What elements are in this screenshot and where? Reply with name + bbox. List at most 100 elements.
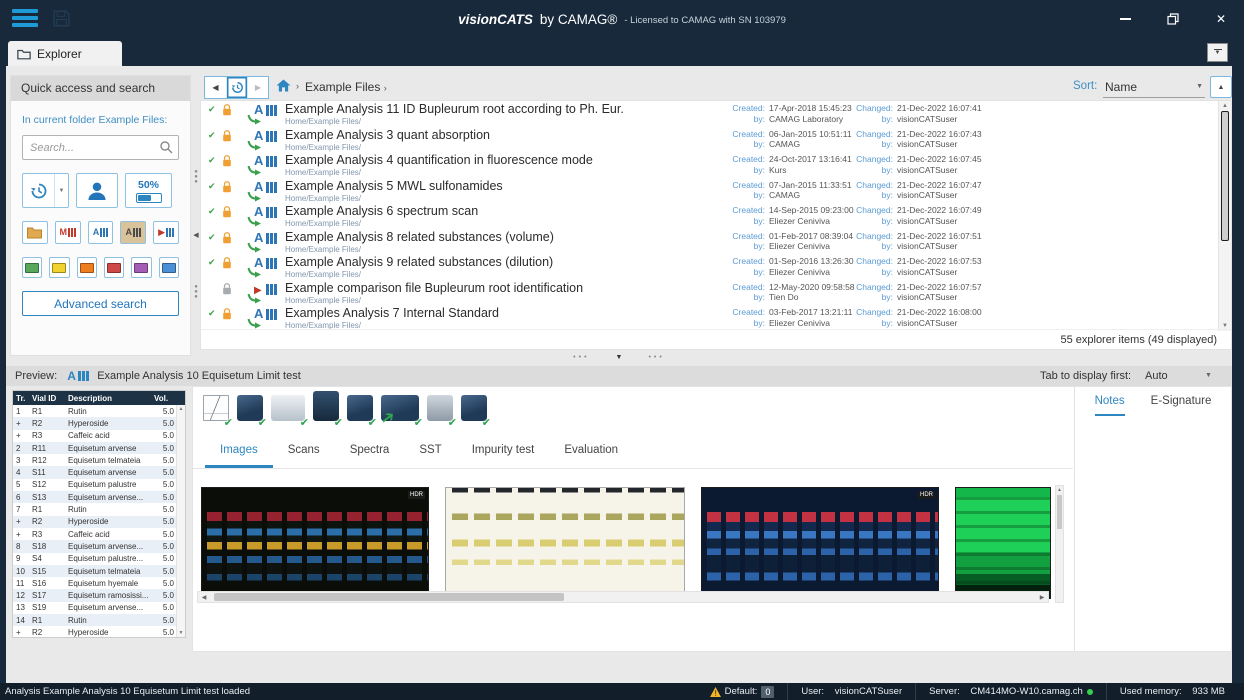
minimize-button[interactable] [1118, 12, 1132, 26]
sort-dropdown[interactable]: Name ▼ [1103, 76, 1205, 98]
step-check-icon: ✔ [299, 417, 309, 429]
navigation-history-button[interactable] [226, 77, 247, 98]
color-filter-2-button[interactable] [76, 257, 97, 278]
vial-table-row[interactable]: 12 S17 Equisetum ramosissi... 5.0 [13, 589, 185, 602]
vial-table-row[interactable]: 2 R11 Equisetum arvense 5.0 [13, 441, 185, 455]
forward-button[interactable]: ▶ [247, 77, 268, 98]
collapse-panel-arrow[interactable]: ◀ [193, 231, 198, 239]
explorer-row[interactable]: ✔ ▶ Example comparison file Bupleurum ro… [201, 280, 1218, 306]
instrument-step-7-icon[interactable]: ✔ [425, 389, 457, 429]
advanced-search-button[interactable]: Advanced search [22, 291, 179, 316]
explorer-row[interactable]: ✔ A Example Analysis 8 related substance… [201, 229, 1218, 255]
tab-evaluation[interactable]: Evaluation [549, 444, 633, 468]
vial-table-row[interactable]: 10 S15 Equisetum telmateia 5.0 [13, 564, 185, 578]
tab-list-dropdown-button[interactable]: ▼ [1207, 43, 1228, 62]
tab-first-dropdown[interactable]: Auto [1145, 370, 1168, 382]
breadcrumb-home[interactable]: › [276, 79, 299, 92]
color-filter-5-button[interactable] [158, 257, 179, 278]
back-button[interactable]: ◀ [205, 77, 226, 98]
vial-table-row[interactable]: + R3 Caffeic acid 5.0 [13, 528, 185, 540]
restore-button[interactable] [1166, 12, 1180, 26]
vial-table-row[interactable]: 4 S11 Equisetum arvense 5.0 [13, 466, 185, 479]
instrument-step-5-icon[interactable]: ✔ [345, 389, 377, 429]
explorer-row[interactable]: ✔ A Example Analysis 4 quantification in… [201, 152, 1218, 178]
scroll-right-arrow[interactable]: ▶ [1036, 594, 1048, 601]
explorer-row[interactable]: ✔ A Example Analysis 9 related substance… [201, 254, 1218, 280]
explorer-row[interactable]: ✔ A Example Analysis 6 spectrum scan Hom… [201, 203, 1218, 229]
search-input[interactable] [22, 135, 179, 160]
list-scrollbar[interactable]: ▲ ▼ [1218, 101, 1231, 331]
color-filter-1-button[interactable] [49, 257, 70, 278]
vial-table-row[interactable]: 8 S18 Equisetum arvense... 5.0 [13, 540, 185, 553]
file-title: Example Analysis 11 ID Bupleurum root ac… [285, 102, 624, 116]
collapse-preview-arrow[interactable]: ▼ [616, 354, 623, 361]
instrument-step-1-icon[interactable]: ✔ [201, 389, 233, 429]
panel-splitter[interactable]: ● ● ● ◀ ● ● ● [192, 169, 200, 300]
vial-table-row[interactable]: 7 R1 Rutin 5.0 [13, 503, 185, 515]
explorer-row[interactable]: ✔ A Example Analysis 3 quant absorption … [201, 127, 1218, 153]
vial-table-row[interactable]: 13 S19 Equisetum arvense... 5.0 [13, 602, 185, 614]
vial-table-row[interactable]: 9 S4 Equisetum palustre... 5.0 [13, 553, 185, 565]
vial-table-row[interactable]: 6 S13 Equisetum arvense... 5.0 [13, 491, 185, 504]
recent-items-button[interactable]: ▼ [22, 173, 69, 208]
vial-table-row[interactable]: 5 S12 Equisetum palustre 5.0 [13, 479, 185, 491]
color-filter-row [22, 257, 179, 278]
tab-images[interactable]: Images [205, 444, 273, 468]
tab-notes[interactable]: Notes [1094, 395, 1125, 416]
breadcrumb[interactable]: Example Files › [305, 80, 387, 94]
tab-scans[interactable]: Scans [273, 444, 335, 468]
color-filter-0-button[interactable] [22, 257, 43, 278]
horizontal-splitter[interactable]: ••• ▼ ••• [6, 351, 1232, 364]
search-context-label: In current folder Example Files: [22, 114, 168, 126]
instrument-step-3-icon[interactable]: ✔ [269, 389, 309, 429]
plate-image-1[interactable]: HDR [201, 487, 429, 599]
plate-image-2[interactable] [445, 487, 685, 599]
vial-table-row[interactable]: 11 S16 Equisetum hyemale 5.0 [13, 577, 185, 589]
zoom-toggle[interactable] [135, 192, 162, 203]
explorer-row[interactable]: ✔ A Example Analysis 11 ID Bupleurum roo… [201, 101, 1218, 127]
vial-table-row[interactable]: 1 R1 Rutin 5.0 [13, 405, 185, 417]
menu-icon[interactable] [12, 9, 38, 29]
comparison-filter-button[interactable]: ▶ [153, 221, 179, 244]
explorer-row[interactable]: ✔ A Examples Analysis 7 Internal Standar… [201, 305, 1218, 331]
gallery-vertical-scrollbar[interactable]: ▲ [1055, 485, 1064, 603]
tab-spectra[interactable]: Spectra [335, 444, 405, 468]
explorer-row[interactable]: ✔ A Example Analysis 5 MWL sulfonamides … [201, 178, 1218, 204]
tab-e-signature[interactable]: E-Signature [1151, 395, 1212, 416]
vial-table-row[interactable]: 3 R12 Equisetum telmateia 5.0 [13, 454, 185, 466]
tab-impurity-test[interactable]: Impurity test [457, 444, 550, 468]
vial-table-row[interactable]: + R2 Hyperoside 5.0 [13, 515, 185, 528]
method-filter-button[interactable]: M [54, 221, 81, 244]
server-online-icon [1086, 688, 1093, 695]
step-check-icon: ✔ [481, 417, 491, 429]
plate-image-3[interactable]: HDR [701, 487, 939, 599]
zoom-scale-button[interactable]: 50% [125, 173, 172, 208]
instrument-step-8-icon[interactable]: ✔ [459, 389, 491, 429]
close-button[interactable]: ✕ [1214, 12, 1228, 26]
folder-filter-button[interactable] [22, 221, 48, 244]
instrument-step-4-icon[interactable]: ✔ [311, 389, 343, 429]
save-icon[interactable] [52, 9, 71, 33]
analysis-filter-button[interactable]: A [87, 221, 114, 244]
vial-table-scrollbar[interactable]: ▲ ▼ [176, 405, 185, 637]
vial-table-row[interactable]: 14 R1 Rutin 5.0 [13, 614, 185, 627]
gallery-horizontal-scrollbar[interactable]: ◀ ▶ [197, 591, 1049, 603]
instrument-step-2-icon[interactable]: ✔ [235, 389, 267, 429]
tab-first-dropdown-arrow[interactable]: ▼ [1205, 372, 1212, 379]
plate-image-4[interactable] [955, 487, 1051, 599]
color-filter-4-button[interactable] [131, 257, 152, 278]
default-printer-status[interactable]: Default: 0 [697, 683, 788, 700]
history-dropdown-arrow[interactable]: ▼ [54, 174, 68, 207]
color-filter-3-button[interactable] [103, 257, 125, 278]
my-items-button[interactable] [76, 173, 118, 208]
sort-direction-button[interactable]: ▲ [1210, 76, 1232, 98]
instrument-step-6-icon[interactable]: ➔ ✔ [376, 389, 423, 429]
vial-table-row[interactable]: + R3 Caffeic acid 5.0 [13, 430, 185, 442]
tab-explorer[interactable]: Explorer [8, 41, 122, 66]
lock-icon [222, 308, 232, 320]
vial-table-row[interactable]: + R2 Hyperoside 5.0 [13, 417, 185, 430]
vial-table-row[interactable]: + R2 Hyperoside 5.0 [13, 626, 185, 637]
scroll-left-arrow[interactable]: ◀ [198, 594, 210, 601]
tab-sst[interactable]: SST [404, 444, 456, 468]
analysis-template-filter-button[interactable]: A [120, 221, 147, 244]
